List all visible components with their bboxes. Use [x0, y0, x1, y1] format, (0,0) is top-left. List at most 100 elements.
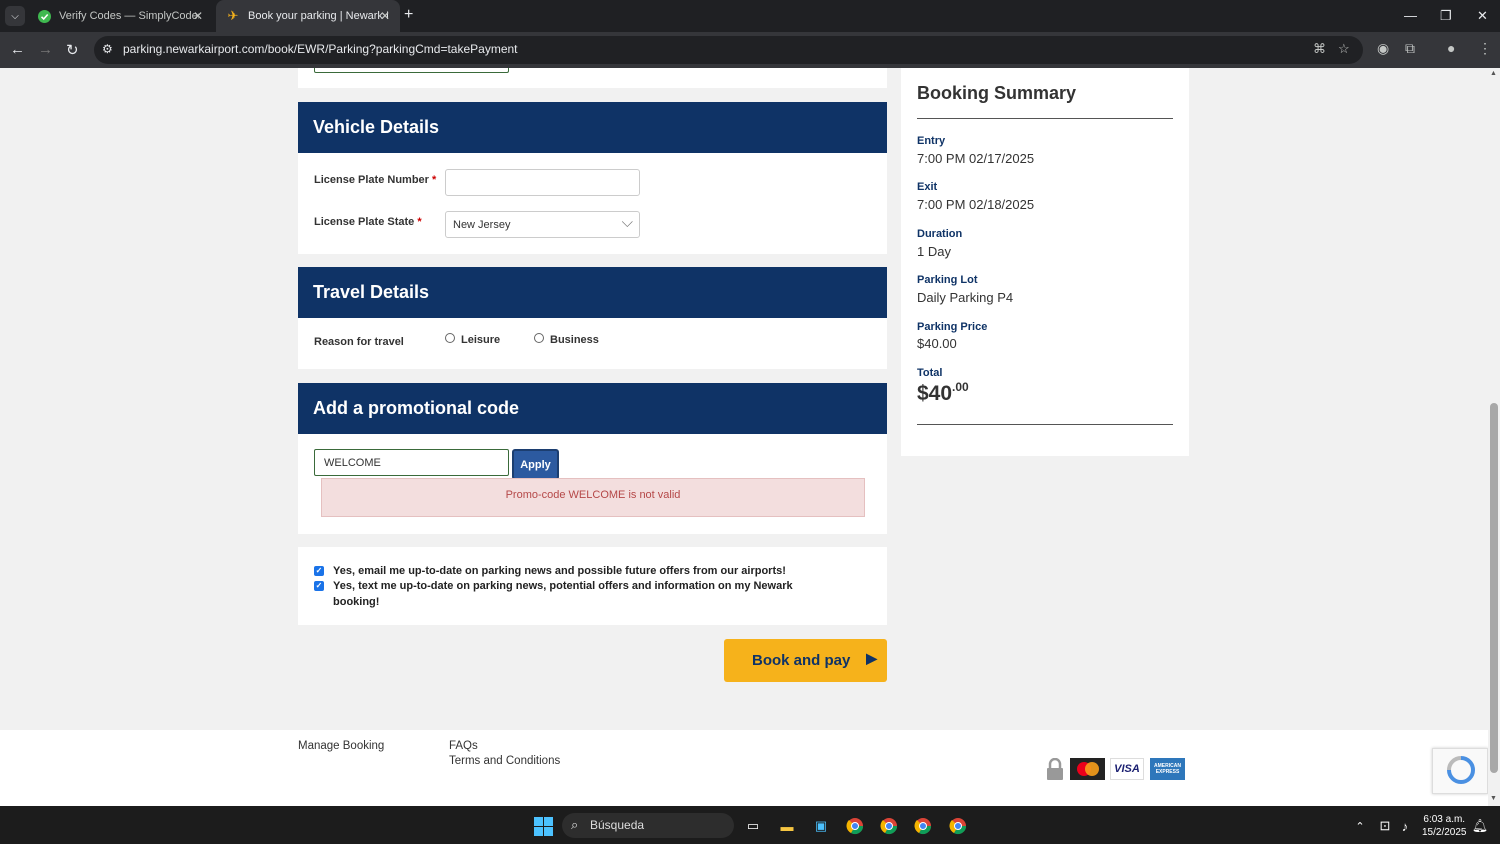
profile-avatar-icon[interactable]: ● — [1447, 40, 1455, 56]
task-view-icon[interactable]: ▭ — [743, 816, 763, 836]
windows-start-icon[interactable] — [533, 816, 553, 836]
checkbox-checked-icon[interactable]: ✓ — [314, 566, 324, 576]
forward-arrow-icon[interactable]: → — [38, 41, 53, 58]
apply-button[interactable]: Apply — [512, 449, 559, 480]
plate-state-select[interactable]: New Jersey ⌵ — [445, 211, 640, 238]
visa-logo-icon: VISA — [1110, 758, 1144, 780]
bookmark-star-icon[interactable]: ☆ — [1338, 41, 1350, 57]
radio-circle-icon[interactable] — [534, 333, 544, 343]
promo-code-heading: Add a promotional code — [298, 383, 887, 434]
text-consent-line2: booking! — [333, 596, 380, 608]
padlock-icon — [1045, 758, 1065, 780]
exit-value: 7:00 PM 02/18/2025 — [917, 197, 1035, 212]
chevron-down-icon: ⌵ — [621, 214, 633, 231]
caret-right-icon: ▶ — [866, 650, 877, 666]
manage-booking-link[interactable]: Manage Booking — [298, 740, 384, 752]
text-consent-row[interactable]: ✓ Yes, text me up-to-date on parking new… — [314, 578, 793, 610]
browser-toolbar: ← → ↻ ⚙ parking.newarkairport.com/book/E… — [0, 32, 1500, 68]
terms-link[interactable]: Terms and Conditions — [449, 755, 560, 767]
entry-value: 7:00 PM 02/17/2025 — [917, 151, 1035, 166]
windows-taskbar: ⌕ Búsqueda ▭ ▬ ▣ ⌃ ⊡ ♪ 6:03 a.m. 15/2/20… — [0, 806, 1500, 844]
file-explorer-icon[interactable]: ▬ — [777, 816, 797, 836]
email-consent-text: Yes, email me up-to-date on parking news… — [333, 565, 786, 577]
tab-title: Verify Codes — SimplyCodes — [59, 10, 199, 22]
text-consent-line1: Yes, text me up-to-date on parking news,… — [333, 580, 793, 592]
tray-chevron-up-icon[interactable]: ⌃ — [1350, 816, 1370, 836]
volume-icon[interactable]: ♪ — [1395, 816, 1415, 836]
plate-state-value: New Jersey — [453, 219, 511, 231]
plate-number-label-text: License Plate Number — [314, 174, 429, 186]
duration-value: 1 Day — [917, 244, 951, 259]
clock-date: 15/2/2025 — [1422, 827, 1467, 838]
scroll-thumb[interactable] — [1490, 403, 1498, 773]
tab-book-parking[interactable]: ✈ Book your parking | Newark Int ✕ — [216, 0, 400, 32]
scroll-down-arrow-icon[interactable]: ▼ — [1490, 795, 1497, 802]
airplane-favicon-icon: ✈ — [227, 8, 239, 23]
recaptcha-badge[interactable] — [1432, 748, 1488, 794]
new-tab-plus-icon[interactable]: + — [404, 6, 413, 24]
minimize-icon[interactable]: — — [1404, 8, 1417, 23]
promo-error-message: Promo-code WELCOME is not valid — [321, 478, 865, 517]
plate-number-label: License Plate Number * — [314, 174, 436, 186]
site-info-icon[interactable]: ⚙ — [102, 42, 113, 56]
taskbar-clock[interactable]: 6:03 a.m. 15/2/2025 — [1422, 813, 1467, 839]
travel-details-heading: Travel Details — [298, 267, 887, 318]
simplycodes-favicon-icon — [37, 9, 51, 23]
reload-icon[interactable]: ↻ — [66, 41, 79, 59]
plate-number-input[interactable] — [445, 169, 640, 196]
taskbar-search[interactable]: ⌕ Búsqueda — [562, 813, 734, 838]
required-mark: * — [432, 174, 437, 186]
search-placeholder: Búsqueda — [590, 818, 645, 832]
faqs-link[interactable]: FAQs — [449, 740, 478, 752]
clock-time: 6:03 a.m. — [1423, 814, 1466, 825]
restore-icon[interactable]: ❐ — [1440, 8, 1452, 24]
extensions-puzzle-icon[interactable]: ⧉ — [1405, 40, 1415, 57]
window-close-icon[interactable]: ✕ — [1477, 8, 1488, 24]
tab-close-icon[interactable]: ✕ — [380, 9, 390, 23]
checkbox-checked-icon[interactable]: ✓ — [314, 581, 324, 591]
booking-summary: Booking Summary Entry 7:00 PM 02/17/2025… — [901, 68, 1189, 456]
extension-w-icon[interactable]: ◉ — [1377, 40, 1389, 57]
notifications-bell-icon[interactable]: 🔔︎ — [1470, 816, 1490, 836]
promo-code-input[interactable]: WELCOME — [314, 449, 509, 476]
tab-close-icon[interactable]: ✕ — [193, 9, 203, 23]
url-text: parking.newarkairport.com/book/EWR/Parki… — [123, 42, 518, 56]
vehicle-details-heading: Vehicle Details — [298, 102, 887, 153]
radio-circle-icon[interactable] — [445, 333, 455, 343]
menu-kebab-icon[interactable]: ⋮ — [1478, 40, 1492, 57]
parking-lot-value: Daily Parking P4 — [917, 290, 1014, 305]
radio-leisure[interactable]: Leisure — [445, 333, 500, 346]
tab-verify-codes[interactable]: Verify Codes — SimplyCodes ✕ — [27, 0, 213, 32]
parking-lot-label: Parking Lot — [917, 274, 978, 286]
back-arrow-icon[interactable]: ← — [10, 41, 25, 58]
total-label: Total — [917, 367, 943, 379]
divider — [917, 424, 1173, 425]
network-icon[interactable]: ⊡ — [1375, 816, 1395, 836]
page-footer: Manage Booking FAQs Terms and Conditions… — [0, 730, 1488, 806]
total-value: $40.00 — [917, 380, 969, 406]
total-cents: .00 — [952, 380, 969, 394]
parking-price-label: Parking Price — [917, 321, 988, 333]
email-consent-row[interactable]: ✓ Yes, email me up-to-date on parking ne… — [314, 563, 786, 579]
plate-state-label-text: License Plate State — [314, 216, 415, 228]
store-icon[interactable]: ▣ — [811, 816, 831, 836]
address-bar[interactable]: ⚙ parking.newarkairport.com/book/EWR/Par… — [94, 36, 1363, 64]
chrome-profile-2-icon[interactable] — [879, 816, 899, 836]
translate-icon[interactable]: ⌘ — [1313, 41, 1326, 57]
exit-label: Exit — [917, 181, 938, 193]
scroll-up-arrow-icon[interactable]: ▲ — [1490, 70, 1497, 77]
book-and-pay-button[interactable]: Book and pay ▶ — [724, 639, 887, 682]
required-mark: * — [417, 216, 422, 228]
page-scrollbar[interactable]: ▲ ▼ — [1488, 68, 1500, 806]
chrome-profile-1-icon[interactable] — [845, 816, 865, 836]
tab-title: Book your parking | Newark Int — [248, 10, 388, 22]
recaptcha-icon — [1447, 756, 1475, 784]
tab-list-chevron-icon[interactable]: ⌵ — [5, 6, 25, 26]
text-consent-text: Yes, text me up-to-date on parking news,… — [333, 578, 793, 610]
duration-label: Duration — [917, 228, 963, 240]
chrome-profile-4-icon[interactable] — [948, 816, 968, 836]
booking-summary-title: Booking Summary — [917, 83, 1077, 103]
chrome-profile-3-icon[interactable] — [913, 816, 933, 836]
divider — [917, 118, 1173, 119]
radio-business[interactable]: Business — [534, 333, 599, 346]
